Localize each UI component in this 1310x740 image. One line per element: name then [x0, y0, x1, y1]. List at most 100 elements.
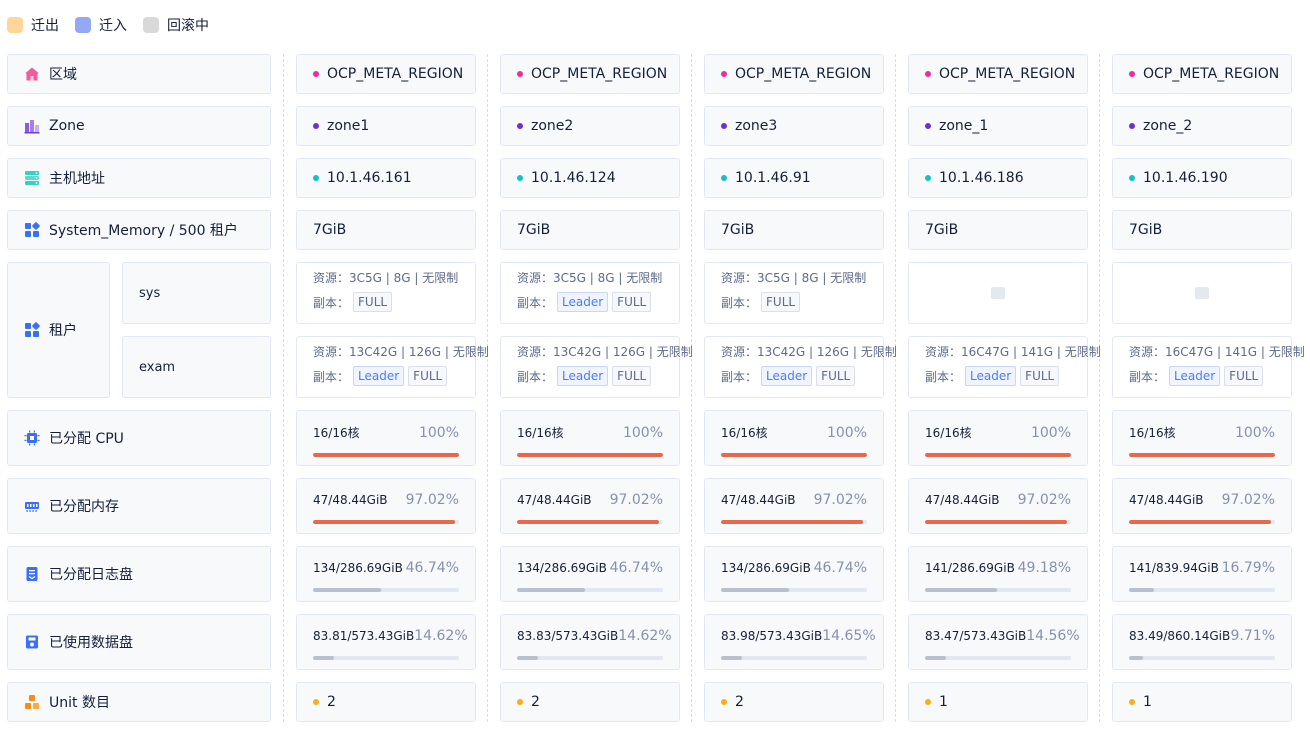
metric-percent: 14.56% [1026, 628, 1080, 644]
progress-track [721, 656, 867, 660]
metric-header: 16/16核 100% [721, 424, 867, 441]
metric-percent: 100% [1234, 425, 1275, 441]
status-dot [721, 71, 727, 77]
metric-percent: 14.65% [822, 628, 876, 644]
replica-prefix: 副本： [721, 369, 758, 384]
host-cell: 10.1.46.161 [296, 158, 476, 198]
metric-value: 134/286.69GiB [313, 561, 403, 575]
column-divider [895, 54, 896, 722]
home-icon [25, 67, 39, 81]
metric-header: 83.98/573.43GiB 14.65% [721, 628, 876, 644]
memory-value: 7GiB [517, 222, 551, 238]
metric-header: 47/48.44GiB 97.02% [1129, 492, 1275, 508]
progress-track [1129, 588, 1275, 592]
cpu-metric: 16/16核 100% [500, 410, 680, 466]
host-cell-text: 10.1.46.190 [1143, 170, 1228, 186]
memory-metric: 47/48.44GiB 97.02% [296, 478, 476, 534]
replica-tag: FULL [1224, 366, 1264, 386]
tenant-resource: 资源：16C47G | 141G | 无限制 [1129, 344, 1305, 360]
metric-value: 134/286.69GiB [517, 561, 607, 575]
status-dot [721, 699, 727, 705]
legend-item-rollback: 回滚中 [143, 15, 209, 35]
metric-header: 83.47/573.43GiB 14.56% [925, 628, 1080, 644]
memory-cell: 7GiB [500, 210, 680, 250]
unit-count-cell-text: 2 [735, 694, 744, 710]
legend-label: 迁出 [31, 18, 59, 34]
legend-swatch [7, 17, 23, 33]
unit-count-cell-text: 1 [1143, 694, 1152, 710]
tenant-sys-card: 资源：3C5G | 8G | 无限制 副本： FULL [704, 262, 884, 324]
region-cell-text: OCP_META_REGION [735, 66, 872, 82]
tenant-name: exam [139, 359, 176, 375]
host-cell: 10.1.46.190 [1112, 158, 1292, 198]
metric-header: 47/48.44GiB 97.02% [925, 492, 1071, 508]
replica-prefix: 副本： [313, 369, 350, 384]
metric-header: 134/286.69GiB 46.74% [517, 560, 663, 576]
zone-cell: zone2 [500, 106, 680, 146]
memory-cell: 7GiB [296, 210, 476, 250]
unit-icon [25, 695, 39, 709]
status-dot [925, 71, 931, 77]
status-dot [313, 699, 319, 705]
progress-track [517, 453, 663, 457]
metric-value: 16/16核 [1129, 426, 1176, 440]
progress-fill [925, 656, 947, 660]
progress-track [1129, 656, 1275, 660]
zone-cell: zone3 [704, 106, 884, 146]
row-label-text: Unit 数目 [49, 695, 110, 711]
resource-prefix: 资源： [313, 271, 350, 285]
row-label-cpu: 已分配 CPU [7, 410, 271, 466]
host-cell-text: 10.1.46.124 [531, 170, 616, 186]
row-label-region: 区域 [7, 54, 271, 94]
region-cell: OCP_META_REGION [500, 54, 680, 94]
server-icon [25, 171, 39, 185]
row-label-mem-alloc: 已分配内存 [7, 478, 271, 534]
unit-count-cell: 1 [1112, 682, 1292, 722]
cpu-metric: 16/16核 100% [908, 410, 1088, 466]
log-disk-metric: 134/286.69GiB 46.74% [500, 546, 680, 602]
data-disk-metric: 83.98/573.43GiB 14.65% [704, 614, 884, 670]
metric-value: 83.47/573.43GiB [925, 629, 1027, 643]
row-label-text: 主机地址 [49, 171, 105, 187]
host-cell: 10.1.46.124 [500, 158, 680, 198]
tenant-resource: 资源：3C5G | 8G | 无限制 [721, 270, 883, 286]
tenant-exam-label: exam [122, 336, 271, 398]
resource-value: 13C42G | 126G | 无限制 [757, 345, 897, 359]
log-disk-metric: 141/286.69GiB 49.18% [908, 546, 1088, 602]
progress-track [925, 656, 1071, 660]
metric-value: 16/16核 [721, 426, 768, 440]
progress-fill [925, 453, 1071, 457]
replica-tag: FULL [816, 366, 856, 386]
memory-value: 7GiB [721, 222, 755, 238]
tenant-exam-card: 资源：13C42G | 126G | 无限制 副本： Leader FULL [704, 336, 897, 398]
progress-fill [1129, 588, 1154, 592]
legend-item-move-out: 迁出 [7, 15, 59, 35]
progress-track [313, 588, 459, 592]
resource-value: 13C42G | 126G | 无限制 [349, 345, 489, 359]
status-dot [517, 699, 523, 705]
tenant-resource: 资源：13C42G | 126G | 无限制 [517, 344, 693, 360]
row-label-data-disk: 已使用数据盘 [7, 614, 271, 670]
resource-prefix: 资源： [517, 345, 554, 359]
progress-fill [517, 588, 586, 592]
row-label-unit: Unit 数目 [7, 682, 271, 722]
memory-metric: 47/48.44GiB 97.02% [1112, 478, 1292, 534]
resource-value: 16C47G | 141G | 无限制 [961, 345, 1101, 359]
resource-prefix: 资源： [1129, 345, 1166, 359]
status-dot [1129, 123, 1135, 129]
progress-track [313, 453, 459, 457]
host-cell: 10.1.46.91 [704, 158, 884, 198]
progress-fill [517, 656, 539, 660]
replica-tag: FULL [408, 366, 448, 386]
metric-header: 83.81/573.43GiB 14.62% [313, 628, 468, 644]
progress-fill [721, 453, 867, 457]
log-icon [26, 567, 38, 581]
log-disk-metric: 134/286.69GiB 46.74% [704, 546, 884, 602]
zone-cell-text: zone3 [735, 118, 778, 134]
progress-fill [721, 520, 863, 524]
replica-tag: Leader [557, 292, 609, 312]
replica-prefix: 副本： [313, 295, 350, 310]
region-cell-text: OCP_META_REGION [531, 66, 668, 82]
progress-track [517, 588, 663, 592]
metric-percent: 16.79% [1221, 560, 1275, 576]
